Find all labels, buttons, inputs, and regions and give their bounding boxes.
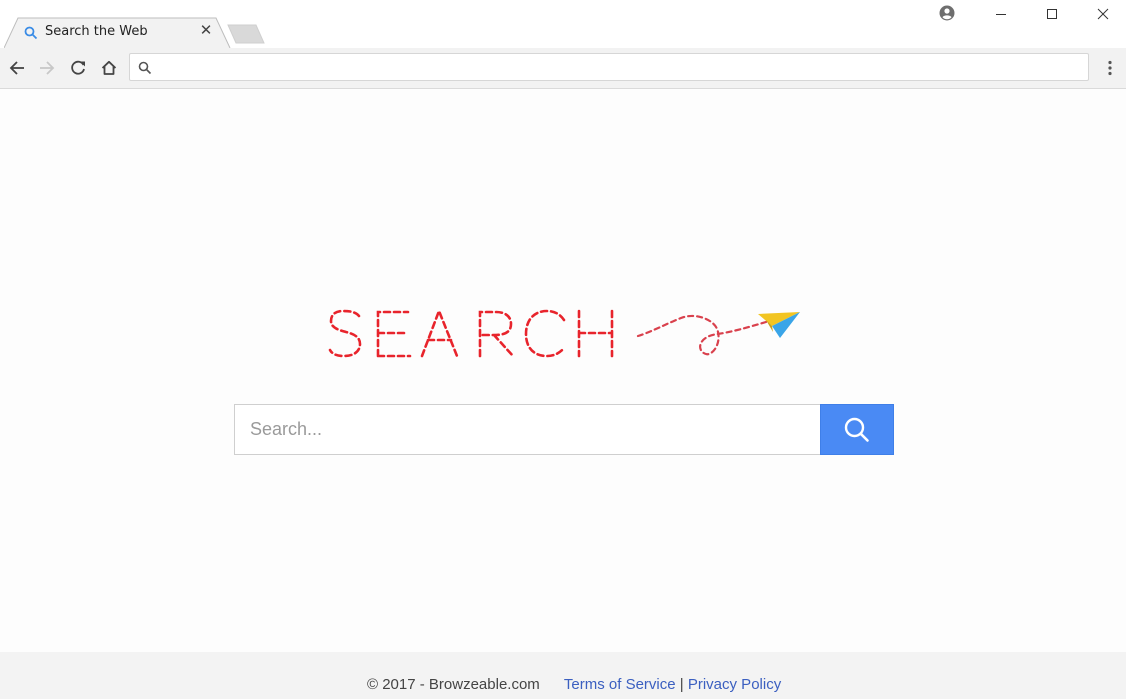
- close-icon: [1097, 8, 1109, 20]
- maximize-icon: [1047, 9, 1057, 19]
- account-circle-icon[interactable]: [939, 5, 955, 21]
- back-button[interactable]: [5, 56, 29, 80]
- logo-letter-e: [376, 310, 412, 358]
- minimize-button[interactable]: [978, 0, 1024, 28]
- search-icon: [844, 417, 869, 442]
- search-input[interactable]: [235, 405, 820, 454]
- window-close-button[interactable]: [1080, 0, 1126, 28]
- privacy-policy-link[interactable]: Privacy Policy: [688, 676, 781, 693]
- close-icon[interactable]: ✕: [198, 23, 214, 39]
- minimize-icon: [996, 14, 1006, 15]
- logo-flight-path: [636, 314, 768, 356]
- arrow-right-icon: [40, 61, 55, 75]
- forward-button[interactable]: [35, 56, 59, 80]
- terms-of-service-link[interactable]: Terms of Service: [564, 676, 676, 693]
- home-button[interactable]: [97, 56, 121, 80]
- maximize-button[interactable]: [1029, 0, 1075, 28]
- logo-letter-a: [420, 307, 459, 358]
- logo-letter-s: [328, 309, 362, 358]
- copyright-text: © 2017 - Browzeable.com: [367, 676, 540, 693]
- browser-menu-button[interactable]: [1101, 56, 1119, 80]
- page-footer: © 2017 - Browzeable.com Terms of Service…: [0, 652, 1126, 699]
- reload-button[interactable]: [66, 56, 90, 80]
- search-button[interactable]: [820, 404, 894, 455]
- footer-separator: |: [679, 676, 684, 693]
- address-bar[interactable]: [129, 53, 1089, 81]
- logo-letter-c: [524, 309, 566, 358]
- search-logo: [328, 307, 800, 358]
- new-tab-button[interactable]: [226, 24, 266, 44]
- search-icon: [138, 61, 152, 80]
- paper-plane-icon: [758, 312, 800, 338]
- tab-search-the-web[interactable]: Search the Web ✕: [4, 17, 231, 48]
- more-vertical-icon: [1108, 60, 1112, 76]
- browser-toolbar: [0, 48, 1126, 89]
- search-box: [234, 404, 821, 455]
- browser-titlebar: Search the Web ✕: [0, 0, 1126, 48]
- logo-letter-r: [478, 310, 515, 358]
- logo-letter-h: [577, 309, 614, 358]
- home-icon: [101, 60, 117, 75]
- page-content: [0, 89, 1126, 652]
- tab-title: Search the Web: [45, 24, 148, 39]
- arrow-left-icon: [9, 61, 24, 75]
- reload-icon: [71, 60, 85, 75]
- search-icon: [24, 26, 38, 40]
